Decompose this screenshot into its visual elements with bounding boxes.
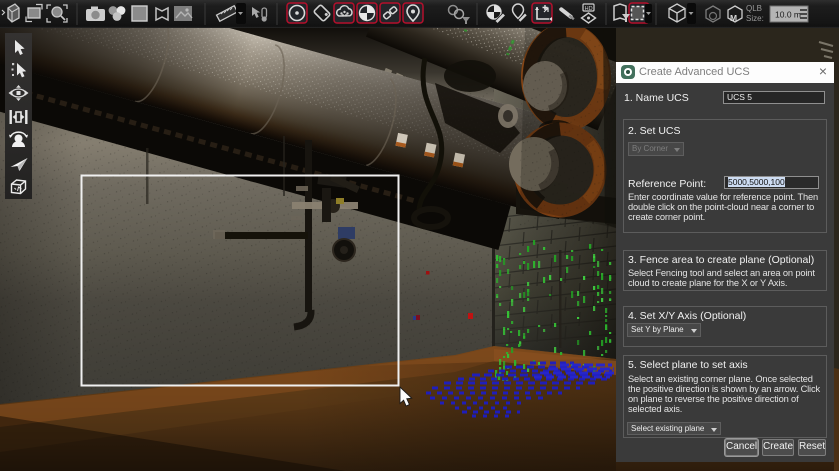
svg-text:10.0 m: 10.0 m [775, 10, 801, 20]
svg-text:HD: HD [585, 6, 593, 12]
svg-text:QLB: QLB [746, 4, 762, 13]
svg-text:Size:: Size: [746, 14, 764, 23]
svg-text:M: M [730, 13, 737, 23]
